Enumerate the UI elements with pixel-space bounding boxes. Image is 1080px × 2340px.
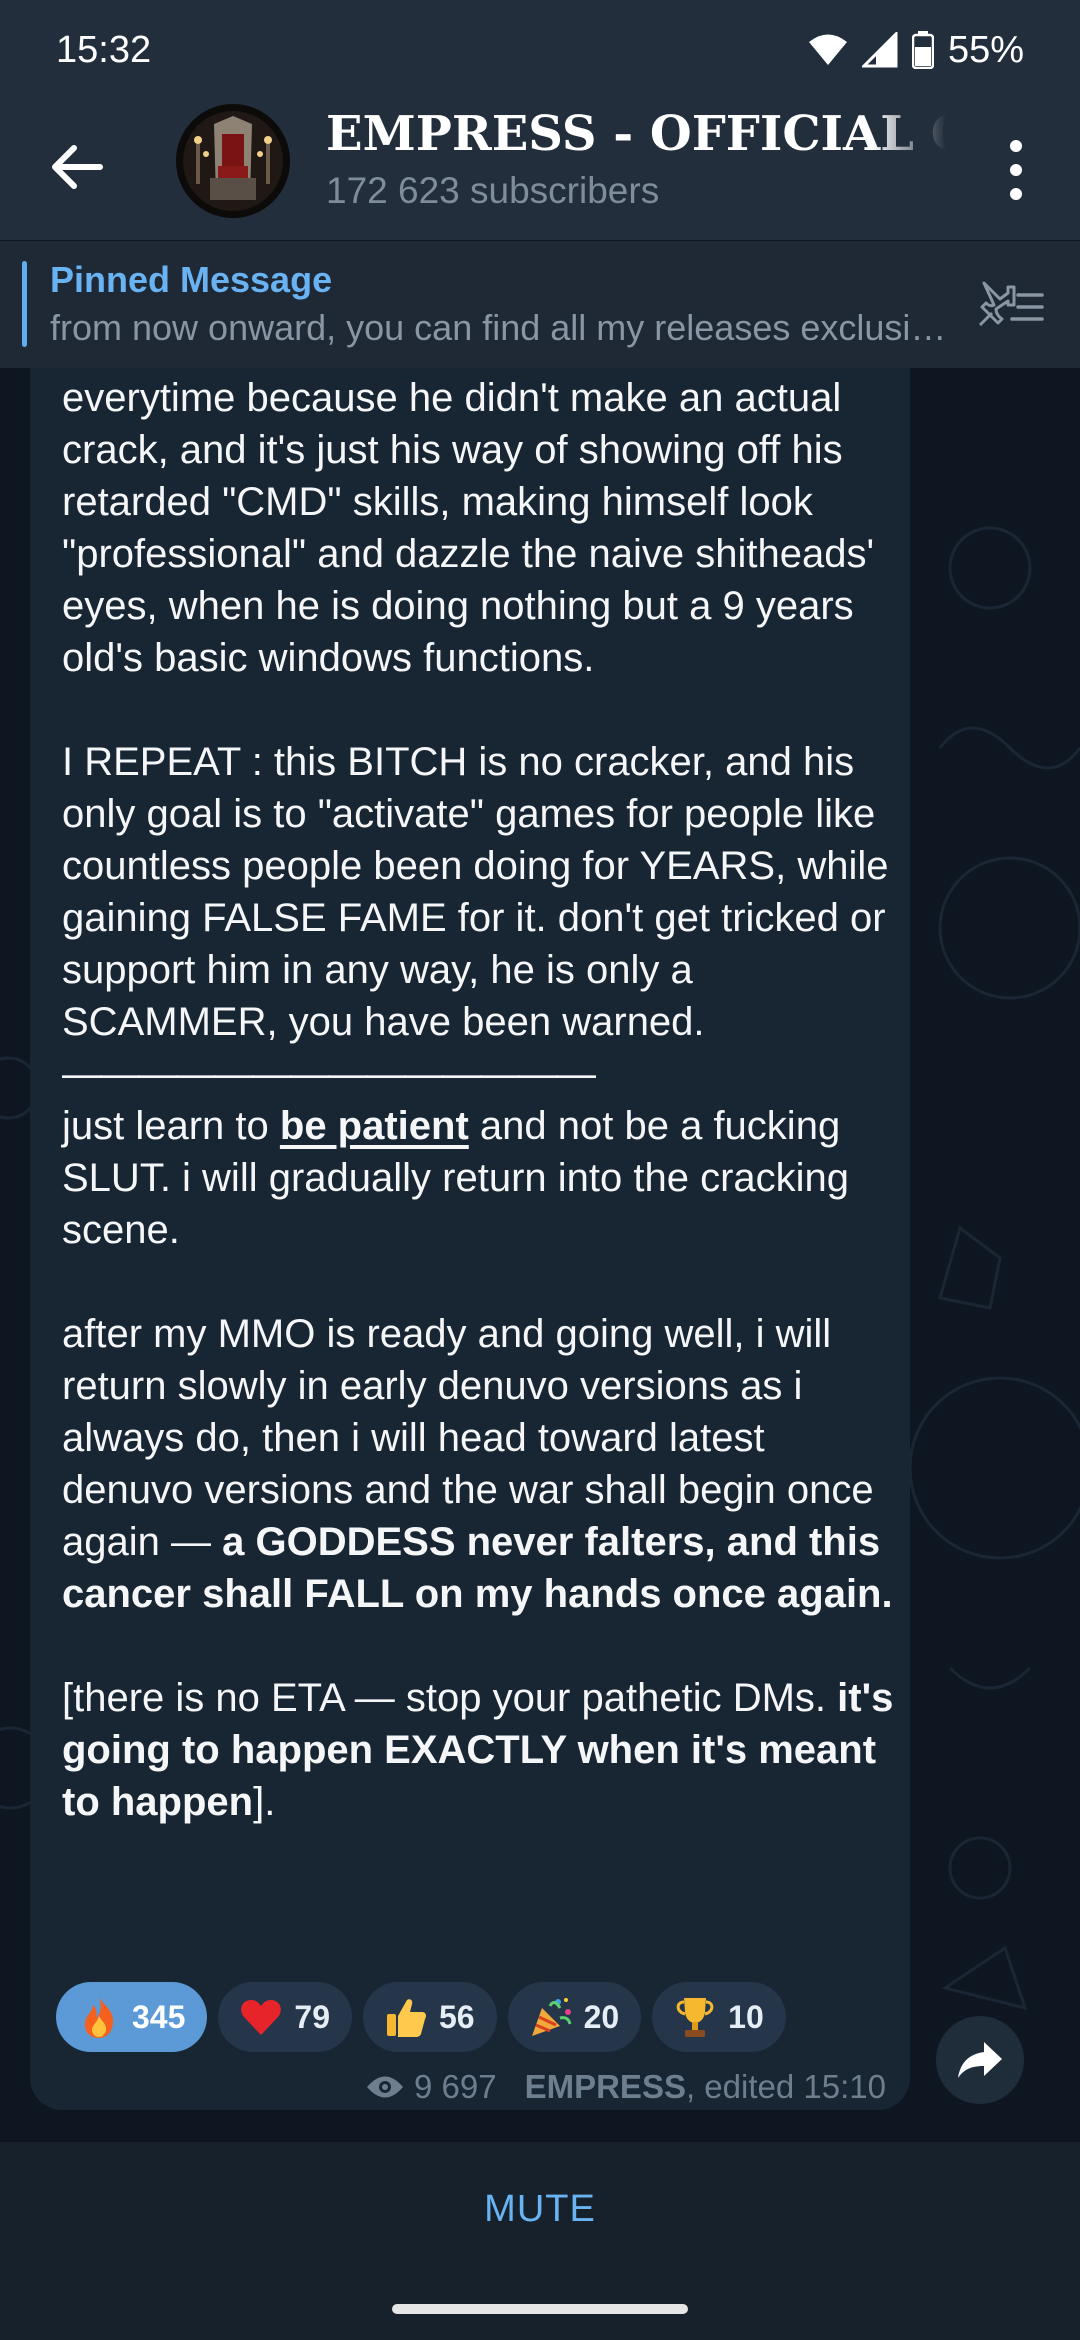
- reaction-fire-count: 345: [132, 1998, 186, 2035]
- trophy-icon: [676, 1998, 714, 2037]
- pinned-preview-text: from now onward, you can find all my rel…: [50, 307, 960, 348]
- home-indicator[interactable]: [392, 2304, 688, 2314]
- pinned-message-bar[interactable]: Pinned Message from now onward, you can …: [0, 240, 1080, 368]
- message-paragraph-1: everytime because he didn't make an actu…: [62, 376, 875, 680]
- status-bar: 15:32 55%: [0, 0, 1080, 100]
- channel-avatar[interactable]: [176, 104, 290, 218]
- more-options-icon[interactable]: [996, 130, 1036, 210]
- reaction-party[interactable]: 20: [507, 1982, 642, 2052]
- pinned-title: Pinned Message: [50, 259, 333, 300]
- reaction-thumbs-up[interactable]: 56: [362, 1982, 497, 2052]
- status-icons: 55%: [808, 29, 1024, 72]
- edited-timestamp: , edited 15:10: [685, 2068, 886, 2105]
- message-paragraph-5: [there is no ETA — stop your pathetic DM…: [62, 1672, 902, 1828]
- message-text: everytime because he didn't make an actu…: [62, 372, 902, 1828]
- reaction-thumbs-up-count: 56: [438, 1998, 475, 2035]
- reaction-heart[interactable]: 79: [218, 1982, 352, 2052]
- message-paragraph-3-start: just learn to: [62, 1104, 280, 1148]
- fire-icon: [84, 1997, 114, 2038]
- reaction-trophy[interactable]: 10: [652, 1982, 786, 2052]
- wifi-icon: [808, 34, 847, 65]
- system-nav-bar: [0, 2276, 1080, 2340]
- reaction-heart-count: 79: [294, 1998, 330, 2035]
- message-divider: ——————————————: [62, 1052, 596, 1096]
- pinned-list-icon[interactable]: [974, 275, 1046, 335]
- subscriber-count: 172 623 subscribers: [326, 170, 660, 211]
- mute-bar[interactable]: MUTE: [0, 2140, 1080, 2276]
- cellular-signal-icon: [861, 32, 898, 68]
- views-eye-icon: [367, 2076, 403, 2098]
- view-count: 9 697: [414, 2068, 497, 2105]
- be-patient-emphasis: be patient: [279, 1104, 469, 1148]
- message-paragraph-5-start: [there is no ETA — stop your pathetic DM…: [62, 1676, 838, 1720]
- status-time: 15:32: [56, 28, 152, 71]
- battery-icon: [911, 31, 934, 69]
- chat-area[interactable]: everytime because he didn't make an actu…: [0, 368, 1080, 2140]
- reactions-row: 345 79 56 20 10: [56, 1982, 786, 2052]
- battery-percentage: 55%: [947, 28, 1024, 71]
- heart-icon: [241, 2000, 282, 2035]
- message-meta: 9 697 EMPRESS, edited 15:10: [366, 2068, 886, 2106]
- party-popper-icon: [531, 1998, 572, 2036]
- share-button[interactable]: [936, 2016, 1024, 2104]
- message-paragraph-3: just learn to be patient and not be a fu…: [62, 1100, 902, 1256]
- channel-title[interactable]: EMPRESS - OFFICIAL CHANNEL: [326, 106, 946, 162]
- throne-avatar-image: [176, 104, 290, 218]
- message-paragraph-4: after my MMO is ready and going well, i …: [62, 1308, 902, 1620]
- thumbs-up-icon: [386, 1999, 426, 2037]
- message-paragraph-5-end: ].: [253, 1780, 276, 1824]
- reaction-trophy-count: 10: [728, 1998, 764, 2035]
- post-author: EMPRESS: [524, 2068, 686, 2105]
- reaction-party-count: 20: [583, 1998, 620, 2035]
- mute-button[interactable]: MUTE: [484, 2188, 596, 2231]
- chat-header: EMPRESS - OFFICIAL CHANNEL 172 623 subsc…: [0, 100, 1080, 240]
- reaction-fire[interactable]: 345: [56, 1982, 208, 2052]
- message-paragraph-2: I REPEAT : this BITCH is no cracker, and…: [62, 740, 889, 1044]
- back-arrow-icon[interactable]: [42, 132, 112, 202]
- pinned-accent-line: [22, 261, 27, 347]
- share-arrow-icon: [958, 2042, 1002, 2078]
